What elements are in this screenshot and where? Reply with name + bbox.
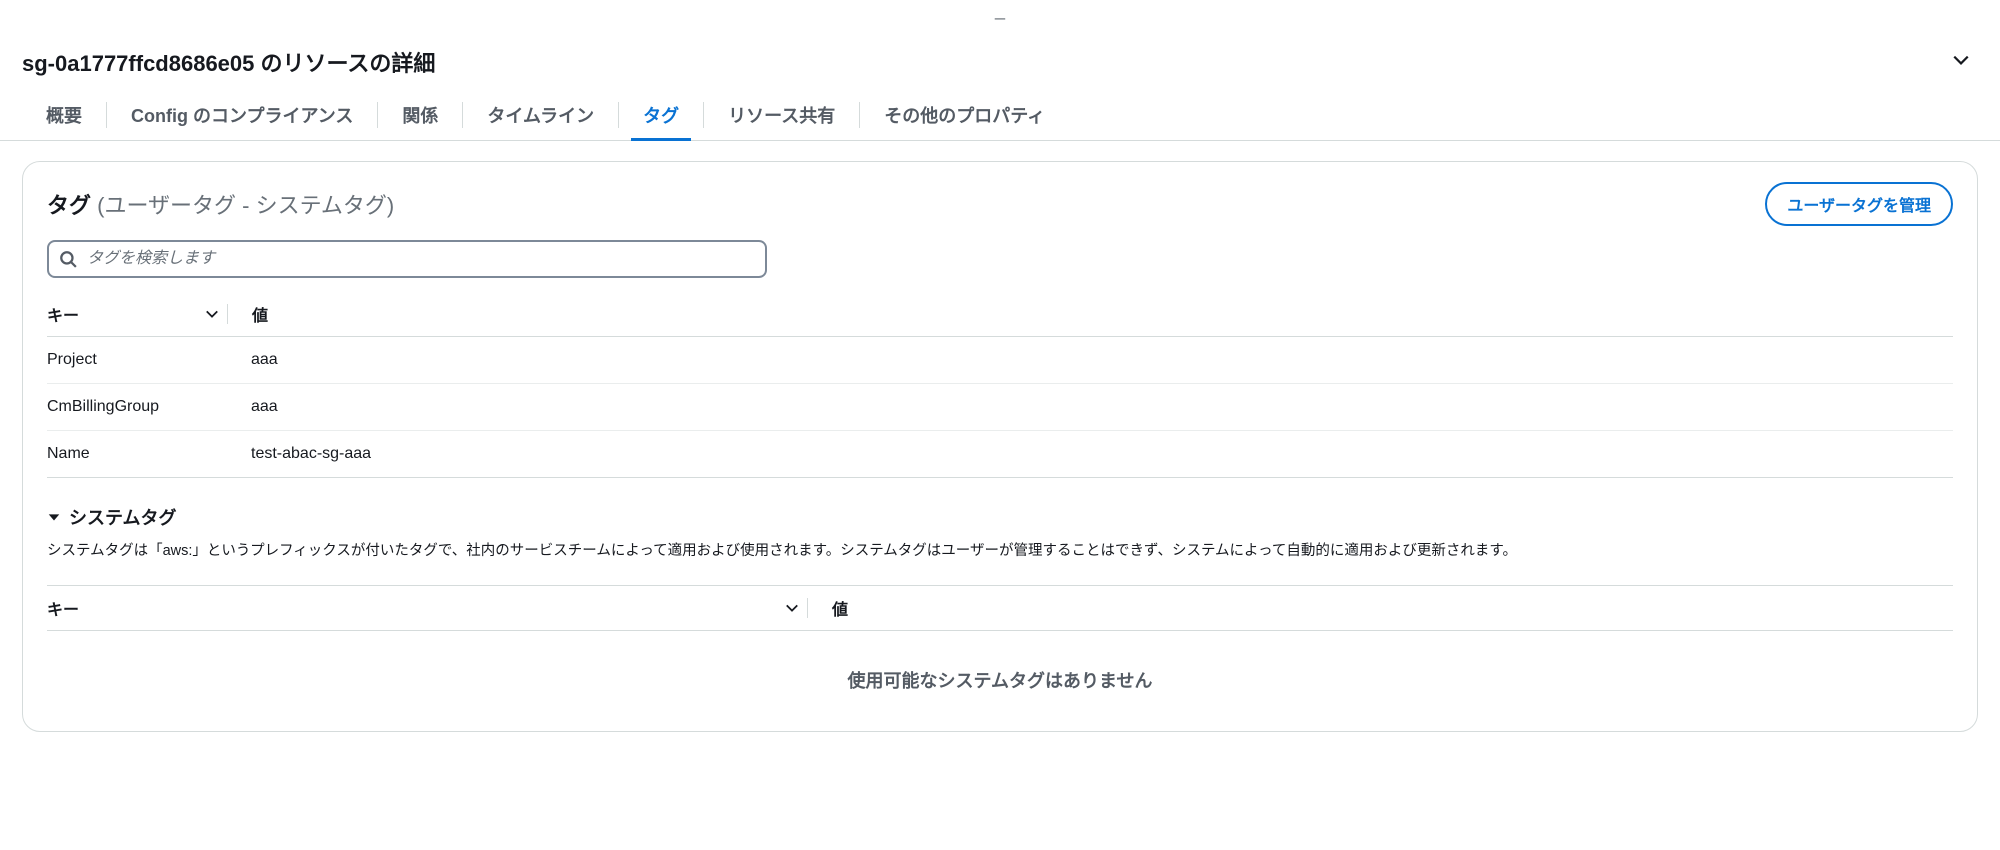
table-row: CmBillingGroup aaa: [47, 384, 1953, 431]
page-title: sg-0a1777ffcd8686e05 のリソースの詳細: [22, 46, 435, 78]
column-header-value-label: 値: [832, 596, 848, 620]
tags-panel: タグ (ユーザータグ - システムタグ) ユーザータグを管理 キー 値 P: [22, 161, 1978, 732]
minimize-indicator: _: [0, 0, 2000, 25]
tag-key: Name: [47, 445, 251, 463]
system-tags-description: システムタグは「aws:」というプレフィックスが付いたタグで、社内のサービスチー…: [47, 540, 1953, 563]
tab-config-compliance[interactable]: Config のコンプライアンス: [107, 90, 377, 140]
tag-key: CmBillingGroup: [47, 398, 251, 416]
collapse-toggle[interactable]: [1944, 43, 1978, 80]
system-tags-table: キー 値 使用可能なシステムタグはありません: [47, 585, 1953, 703]
manage-user-tags-button[interactable]: ユーザータグを管理: [1765, 182, 1953, 226]
panel-title: タグ (ユーザータグ - システムタグ): [47, 188, 394, 220]
tag-value: aaa: [251, 351, 1953, 369]
column-header-key-label: キー: [47, 596, 79, 620]
column-header-key-label: キー: [47, 302, 79, 326]
system-tags-title: システムタグ: [69, 504, 176, 530]
tab-timeline[interactable]: タイムライン: [463, 90, 618, 140]
tag-search-input[interactable]: [47, 240, 767, 278]
system-tags-toggle[interactable]: システムタグ: [47, 504, 1953, 530]
search-icon: [59, 250, 77, 268]
tag-value: aaa: [251, 398, 1953, 416]
table-row: Project aaa: [47, 337, 1953, 384]
column-separator: [807, 598, 808, 618]
tag-value: test-abac-sg-aaa: [251, 445, 1953, 463]
column-separator: [227, 304, 228, 324]
column-header-value[interactable]: 値: [252, 302, 1953, 326]
table-row: Name test-abac-sg-aaa: [47, 431, 1953, 478]
system-tags-empty-message: 使用可能なシステムタグはありません: [47, 631, 1953, 703]
caret-down-icon: [47, 510, 61, 524]
tab-relationships[interactable]: 関係: [378, 90, 462, 140]
column-header-value[interactable]: 値: [832, 596, 1953, 620]
sort-icon: [205, 307, 219, 321]
column-header-key[interactable]: キー: [47, 302, 227, 326]
tab-overview[interactable]: 概要: [22, 90, 106, 140]
panel-title-subtitle: (ユーザータグ - システムタグ): [97, 193, 394, 218]
column-header-value-label: 値: [252, 302, 268, 326]
column-header-key[interactable]: キー: [47, 596, 807, 620]
tabs: 概要 Config のコンプライアンス 関係 タイムライン タグ リソース共有 …: [0, 90, 2000, 141]
user-tags-table: キー 値 Project aaa CmBillingGroup aaa Name…: [47, 292, 1953, 478]
panel-title-main: タグ: [47, 193, 91, 218]
chevron-down-icon: [1952, 51, 1970, 69]
tag-key: Project: [47, 351, 251, 369]
page-header: sg-0a1777ffcd8686e05 のリソースの詳細: [0, 25, 2000, 90]
tab-resource-sharing[interactable]: リソース共有: [704, 90, 859, 140]
tab-tags[interactable]: タグ: [619, 90, 703, 140]
sort-icon: [785, 601, 799, 615]
tab-other-properties[interactable]: その他のプロパティ: [860, 90, 1069, 140]
